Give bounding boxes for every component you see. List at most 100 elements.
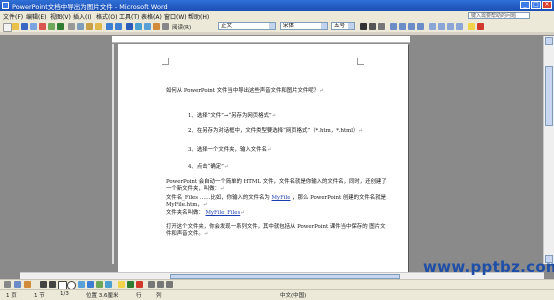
italic-icon[interactable] bbox=[369, 23, 376, 30]
doc-step-4: 4、点击“确定”↵ bbox=[188, 164, 229, 170]
format-painter-icon[interactable] bbox=[95, 23, 102, 30]
hyperlink-icon[interactable] bbox=[126, 23, 133, 30]
align-right-icon[interactable] bbox=[408, 23, 415, 30]
drawing-icon[interactable] bbox=[153, 23, 160, 30]
open-folder-icon[interactable] bbox=[12, 23, 19, 30]
clipart-icon[interactable] bbox=[96, 281, 103, 288]
status-col: 列 bbox=[156, 293, 162, 299]
vertical-ruler[interactable] bbox=[112, 44, 114, 264]
word-app-icon[interactable] bbox=[2, 2, 9, 9]
wordart-icon[interactable] bbox=[87, 281, 94, 288]
menu-tools[interactable]: 工具(T) bbox=[119, 12, 139, 21]
style-select[interactable]: 正文 bbox=[218, 22, 276, 30]
title-bar: PowerPoint文档中导出为图片文件 - Microsoft Word _ … bbox=[0, 0, 554, 11]
menu-file[interactable]: 文件(F) bbox=[3, 12, 23, 21]
status-page-of: 1/3 bbox=[60, 291, 69, 297]
scroll-up-icon[interactable] bbox=[545, 37, 553, 45]
menu-format[interactable]: 格式(O) bbox=[96, 12, 117, 21]
numbering-icon[interactable] bbox=[429, 23, 436, 30]
status-position: 位置 3.6厘米 bbox=[86, 293, 119, 299]
increase-indent-icon[interactable] bbox=[456, 23, 463, 30]
draw-menu-icon[interactable] bbox=[4, 281, 11, 288]
picture-icon[interactable] bbox=[105, 281, 112, 288]
doc-step-2: 2、在另存为对话框中，文件类型要选择“网页格式”（*.htm，*.html）↵ bbox=[188, 128, 363, 134]
show-hide-icon[interactable] bbox=[162, 23, 169, 30]
bullets-icon[interactable] bbox=[438, 23, 445, 30]
fill-color-icon[interactable] bbox=[118, 281, 125, 288]
copy-icon[interactable] bbox=[77, 23, 84, 30]
myfile-link[interactable]: MyFile bbox=[272, 195, 291, 201]
doc-paragraph-line-7: 件和声音文件。↵ bbox=[166, 231, 209, 237]
doc-paragraph-line-4: MyFile.htm，↵ bbox=[166, 202, 208, 208]
underline-icon[interactable] bbox=[378, 23, 385, 30]
help-search-input[interactable]: 键入需要帮助的问题 bbox=[468, 12, 530, 19]
chevron-down-icon bbox=[321, 23, 327, 29]
autoshapes-icon[interactable] bbox=[24, 281, 31, 288]
paste-icon[interactable] bbox=[86, 23, 93, 30]
font-select[interactable]: 宋体 bbox=[280, 22, 328, 30]
line-icon[interactable] bbox=[40, 281, 47, 288]
crop-mark bbox=[162, 58, 169, 65]
doc-paragraph-line-5: 文件夹名叫做： MyFile_Files↵ bbox=[166, 210, 245, 216]
doc-line-question: 如何从 PowerPoint 文件当中导出这些声音文件和图片文件呢？↵ bbox=[166, 88, 324, 94]
watermark-text: www.pptbz.com bbox=[423, 258, 554, 276]
crop-mark bbox=[357, 58, 364, 65]
menu-help[interactable]: 帮助(H) bbox=[188, 12, 209, 21]
style-select-value: 正文 bbox=[221, 23, 233, 29]
doc-paragraph-line-6: 打开这个文件夹，你会发现一系列文件，其中就包括从 PowerPoint 课件当中… bbox=[166, 224, 386, 230]
align-center-icon[interactable] bbox=[399, 23, 406, 30]
print-icon[interactable] bbox=[39, 23, 46, 30]
menu-edit[interactable]: 编辑(E) bbox=[26, 12, 46, 21]
line-style-icon[interactable] bbox=[148, 281, 155, 288]
doc-paragraph-line-3: 文件名_Files ……比如，你输入的文件名为 MyFile ，那么 Power… bbox=[166, 195, 386, 201]
doc-step-3: 3、选择一个文件夹，输入文件名↵ bbox=[188, 147, 272, 153]
table-icon[interactable] bbox=[135, 23, 142, 30]
print-preview-icon[interactable] bbox=[48, 23, 55, 30]
font-size-select[interactable]: 五号 bbox=[331, 22, 355, 30]
dash-style-icon[interactable] bbox=[157, 281, 164, 288]
doc-paragraph-line-1: PowerPoint 会自动一个简单的 HTML 文件，文件名就是你输入的文件名… bbox=[166, 179, 387, 185]
menu-view[interactable]: 视图(V) bbox=[50, 12, 71, 21]
highlight-icon[interactable] bbox=[468, 23, 475, 30]
menu-insert[interactable]: 插入(I) bbox=[73, 12, 91, 21]
line-color-icon[interactable] bbox=[127, 281, 134, 288]
chevron-down-icon bbox=[269, 23, 275, 29]
undo-icon[interactable] bbox=[106, 23, 113, 30]
font-color-icon[interactable] bbox=[477, 23, 484, 30]
font-size-value: 五号 bbox=[334, 23, 346, 29]
status-section: 1 节 bbox=[34, 293, 45, 299]
maximize-button[interactable]: □ bbox=[531, 1, 541, 9]
menu-window[interactable]: 窗口(W) bbox=[164, 12, 187, 21]
align-left-icon[interactable] bbox=[390, 23, 397, 30]
drawing-font-color-icon[interactable] bbox=[136, 281, 143, 288]
save-icon[interactable] bbox=[21, 23, 28, 30]
arrow-icon[interactable] bbox=[49, 281, 56, 288]
select-objects-icon[interactable] bbox=[14, 281, 21, 288]
document-page[interactable]: 如何从 PowerPoint 文件当中导出这些声音文件和图片文件呢？↵ 1、选择… bbox=[118, 44, 408, 272]
close-button[interactable]: × bbox=[542, 1, 552, 9]
status-language: 中文(中国) bbox=[280, 293, 307, 299]
minimize-button[interactable]: _ bbox=[520, 1, 530, 9]
status-bar: 1 页 1 节 1/3 位置 3.6厘米 行 列 中文(中国) bbox=[0, 289, 554, 300]
shadow-icon[interactable] bbox=[166, 281, 173, 288]
justify-icon[interactable] bbox=[417, 23, 424, 30]
menu-table[interactable]: 表格(A) bbox=[141, 12, 162, 21]
new-document-icon[interactable] bbox=[3, 23, 12, 32]
textbox-icon[interactable] bbox=[78, 281, 85, 288]
vertical-scroll-thumb[interactable] bbox=[545, 66, 553, 126]
myfile-files-link[interactable]: MyFile_Files bbox=[205, 210, 240, 216]
permission-icon[interactable] bbox=[30, 23, 37, 30]
decrease-indent-icon[interactable] bbox=[447, 23, 454, 30]
horizontal-ruler[interactable] bbox=[112, 36, 410, 43]
redo-icon[interactable] bbox=[115, 23, 122, 30]
vertical-scrollbar[interactable] bbox=[543, 36, 554, 264]
spelling-icon[interactable] bbox=[57, 23, 64, 30]
toolbar-separator bbox=[0, 32, 554, 35]
bold-icon[interactable] bbox=[360, 23, 367, 30]
cut-icon[interactable] bbox=[68, 23, 75, 30]
read-mode-button[interactable]: 阅读(R) bbox=[172, 23, 191, 31]
columns-icon[interactable] bbox=[144, 23, 151, 30]
doc-paragraph-line-2: 一个新文件夹，叫做：↵ bbox=[166, 186, 225, 192]
doc-step-1: 1、选择“文件”→“另存为网页格式”↵ bbox=[188, 113, 277, 119]
chevron-down-icon bbox=[348, 23, 354, 29]
